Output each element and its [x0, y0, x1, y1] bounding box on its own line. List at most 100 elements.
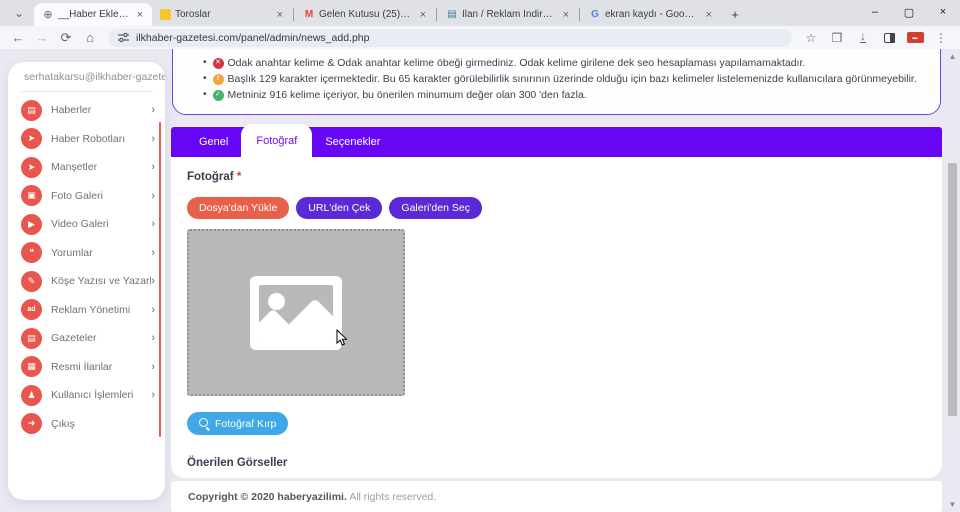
bookmark-star-icon[interactable]: ☆ — [801, 28, 821, 48]
copyright-text: Copyright © 2020 haberyazilimi. — [188, 491, 347, 503]
seo-warnings-box: • ✕ Odak anahtar kelime & Odak anahtar k… — [172, 49, 941, 115]
photo-placeholder-dropzone[interactable] — [187, 229, 405, 396]
close-icon[interactable]: × — [560, 9, 572, 21]
close-icon[interactable]: × — [274, 9, 286, 21]
browser-tab-3[interactable]: M Gelen Kutusu (25) - ilkhaberga... × — [295, 3, 435, 26]
chevron-right-icon: › — [151, 190, 155, 202]
gmail-icon: M — [303, 9, 315, 21]
home-button[interactable]: ⌂ — [80, 28, 100, 48]
required-asterisk: * — [237, 171, 241, 183]
tab-title: ekran kaydı - Google'da Ara — [605, 9, 699, 20]
browser-tab-4[interactable]: ▤ İlan / Reklam İndirme - İlan Bil... × — [438, 3, 578, 26]
back-button[interactable]: ← — [8, 28, 28, 48]
extension-icon[interactable]: ❒ — [827, 28, 847, 48]
warning-icon: ! — [213, 74, 224, 85]
sidebar-item-cikis[interactable]: ➜ Çıkış — [8, 410, 165, 439]
chevron-right-icon: › — [151, 361, 155, 373]
sidebar-item-label: Haber Robotları — [51, 133, 151, 145]
scroll-up-arrow[interactable]: ▲ — [946, 51, 959, 62]
google-icon: G — [589, 9, 601, 21]
tab-genel[interactable]: Genel — [186, 127, 241, 157]
sidebar-item-kose-yazisi[interactable]: ✎ Köşe Yazısı ve Yazarları › — [8, 267, 165, 296]
sidebar-item-haber-robotlari[interactable]: ➤ Haber Robotları › — [8, 125, 165, 154]
sidebar-item-video-galeri[interactable]: ▶ Video Galeri › — [8, 210, 165, 239]
tab-title: __Haber Ekle__ — [58, 9, 130, 20]
side-panel-icon[interactable] — [879, 28, 899, 48]
chevron-right-icon: › — [151, 133, 155, 145]
window-close-button[interactable]: × — [926, 0, 960, 24]
fetch-from-url-button[interactable]: URL'den Çek — [296, 197, 382, 219]
reload-button[interactable]: ⟳ — [56, 28, 76, 48]
browser-tab-1[interactable]: ⊕ __Haber Ekle__ × — [34, 3, 152, 26]
chevron-right-icon: › — [151, 332, 155, 344]
sidebar-item-label: Köşe Yazısı ve Yazarları — [51, 275, 151, 287]
tab-search-chevron-icon[interactable]: ⌄ — [6, 3, 32, 23]
tab-fotograf[interactable]: Fotoğraf — [241, 124, 312, 157]
user-icon: ♟ — [21, 385, 42, 406]
sidebar-item-foto-galeri[interactable]: ▣ Foto Galeri › — [8, 182, 165, 211]
sidebar-scrollbar[interactable] — [159, 122, 162, 437]
tab-title: Gelen Kutusu (25) - ilkhaberga... — [319, 9, 413, 20]
sidebar-item-label: Resmi İlanlar — [51, 361, 151, 373]
warning-row-error: • ✕ Odak anahtar kelime & Odak anahtar k… — [203, 57, 926, 70]
sidebar-item-gazeteler[interactable]: ▤ Gazeteler › — [8, 324, 165, 353]
close-icon[interactable]: × — [703, 9, 715, 21]
tab-title: Toroslar — [175, 9, 270, 20]
close-icon[interactable]: × — [417, 9, 429, 21]
mouse-cursor — [336, 329, 348, 347]
money-icon: ▦ — [21, 356, 42, 377]
bullet: • — [203, 73, 207, 85]
logout-icon: ➜ — [21, 413, 42, 434]
upload-from-file-button[interactable]: Dosya'dan Yükle — [187, 197, 289, 219]
chevron-right-icon: › — [151, 304, 155, 316]
photo-field-label: Fotoğraf * — [187, 171, 926, 183]
warning-text: Odak anahtar kelime & Odak anahtar kelim… — [228, 57, 806, 70]
sidebar-item-label: Haberler — [51, 104, 151, 116]
close-icon[interactable]: × — [134, 9, 146, 21]
photo-tab-panel: Fotoğraf * Dosya'dan Yükle URL'den Çek G… — [171, 157, 942, 478]
url-text: ilkhaber-gazetesi.com/panel/admin/news_a… — [136, 32, 369, 44]
main-content: • ✕ Odak anahtar kelime & Odak anahtar k… — [171, 49, 942, 512]
scroll-down-arrow[interactable]: ▼ — [946, 499, 959, 510]
warning-row-success: • ✓ Metniniz 916 kelime içeriyor, bu öne… — [203, 89, 926, 102]
crop-photo-button[interactable]: Fotoğraf Kırp — [187, 412, 288, 435]
sidebar-item-haberler[interactable]: ▤ Haberler › — [8, 96, 165, 125]
sidebar-item-mansetler[interactable]: ➤ Manşetler › — [8, 153, 165, 182]
tab-title: İlan / Reklam İndirme - İlan Bil... — [462, 9, 556, 20]
sidebar-item-yorumlar[interactable]: ❝ Yorumlar › — [8, 239, 165, 268]
chevron-right-icon: › — [151, 218, 155, 230]
browser-tab-2[interactable]: Toroslar × — [152, 3, 292, 26]
sidebar-item-reklam-yonetimi[interactable]: ad Reklam Yönetimi › — [8, 296, 165, 325]
select-from-gallery-button[interactable]: Galeri'den Seç — [389, 197, 482, 219]
sidebar-item-kullanici-islemleri[interactable]: ♟ Kullanıcı İşlemleri › — [8, 381, 165, 410]
browser-tab-strip: ⌄ ⊕ __Haber Ekle__ × Toroslar × M Gelen … — [0, 0, 960, 26]
browser-toolbar: ← → ⟳ ⌂ ilkhaber-gazetesi.com/panel/admi… — [0, 26, 960, 49]
sidebar-item-label: Yorumlar — [51, 247, 151, 259]
page-scrollbar[interactable]: ▲ ▼ — [946, 51, 959, 510]
bullet: • — [203, 57, 207, 69]
site-icon — [160, 9, 171, 20]
comments-icon: ❝ — [21, 242, 42, 263]
forward-button[interactable]: → — [32, 28, 52, 48]
document-icon: ▤ — [446, 9, 458, 21]
sidebar-item-label: Çıkış — [51, 418, 155, 430]
chevron-right-icon: › — [151, 275, 155, 287]
minimize-button[interactable]: – — [858, 0, 892, 24]
sidebar-item-label: Kullanıcı İşlemleri — [51, 389, 151, 401]
warning-text: Başlık 129 karakter içermektedir. Bu 65 … — [228, 73, 917, 86]
browser-tab-5[interactable]: G ekran kaydı - Google'da Ara × — [581, 3, 721, 26]
download-icon[interactable]: ↓ — [853, 28, 873, 48]
ad-icon: ad — [21, 299, 42, 320]
new-tab-button[interactable]: + — [725, 4, 745, 24]
address-bar[interactable]: ilkhaber-gazetesi.com/panel/admin/news_a… — [108, 29, 792, 47]
tab-divider — [293, 8, 294, 21]
red-extension-badge[interactable]: ▬ — [905, 28, 925, 48]
tab-secenekler[interactable]: Seçenekler — [312, 127, 393, 157]
site-info-icon[interactable] — [118, 32, 129, 43]
sidebar-item-resmi-ilanlar[interactable]: ▦ Resmi İlanlar › — [8, 353, 165, 382]
tab-divider — [579, 8, 580, 21]
scrollbar-thumb[interactable] — [948, 163, 957, 416]
sidebar-item-label: Foto Galeri — [51, 190, 151, 202]
maximize-button[interactable]: ▢ — [892, 0, 926, 24]
menu-dots-icon[interactable]: ⋮ — [931, 28, 951, 48]
